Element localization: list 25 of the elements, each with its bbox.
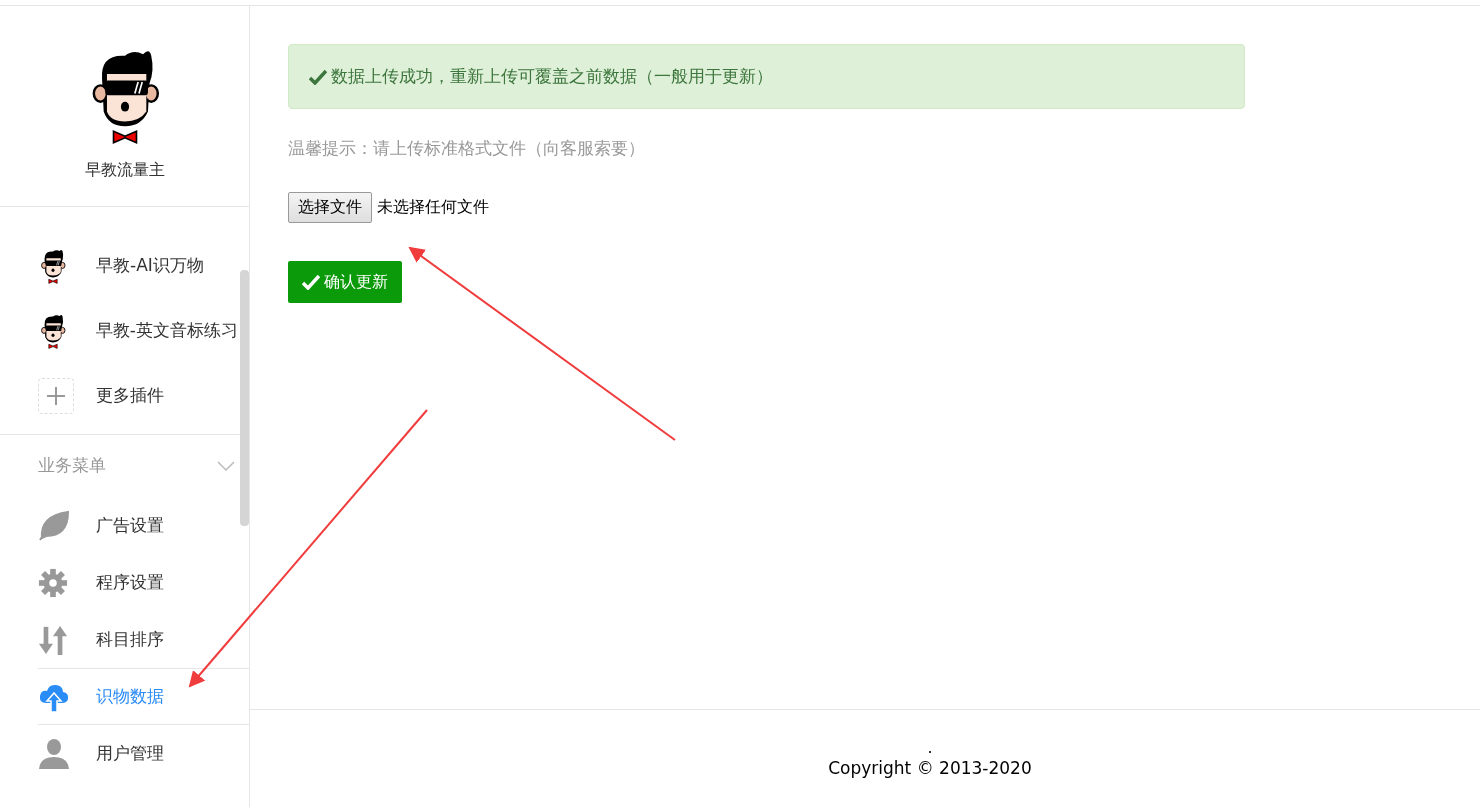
leaf-icon bbox=[38, 509, 70, 542]
plus-icon bbox=[38, 377, 74, 414]
check-icon bbox=[302, 273, 320, 290]
copyright-text: Copyright © 2013-2020 bbox=[828, 757, 1032, 780]
brand-name: 早教流量主 bbox=[84, 159, 165, 182]
plugin-item[interactable]: 早教-英文音标练习 bbox=[0, 298, 238, 363]
settings-icon bbox=[38, 567, 68, 598]
footer-dot: . bbox=[927, 740, 933, 756]
hint-text: 温馨提示：请上传标准格式文件（向客服索要） bbox=[288, 137, 646, 160]
choose-file-button[interactable]: 选择文件 bbox=[288, 191, 372, 223]
plugin-item[interactable]: 早教-AI识万物 bbox=[0, 233, 238, 298]
file-status: 未选择任何文件 bbox=[377, 196, 489, 218]
menu-item[interactable]: 科目排序 bbox=[38, 611, 238, 668]
mascot-avatar-icon bbox=[38, 312, 68, 349]
menu-item[interactable]: 用户管理 bbox=[38, 725, 238, 782]
success-alert: 数据上传成功，重新上传可覆盖之前数据（一般用于更新） bbox=[288, 44, 1245, 109]
menu-item[interactable]: 识物数据 bbox=[38, 668, 249, 725]
user-icon bbox=[38, 737, 70, 770]
plugin-item[interactable]: 更多插件 bbox=[0, 363, 238, 428]
scrollbar[interactable] bbox=[240, 270, 249, 526]
menu-item[interactable]: 广告设置 bbox=[38, 497, 238, 554]
mascot-avatar-icon bbox=[38, 247, 68, 284]
check-icon bbox=[309, 68, 327, 85]
confirm-update-button[interactable]: 确认更新 bbox=[288, 260, 402, 303]
menu-item[interactable]: 程序设置 bbox=[38, 554, 238, 611]
